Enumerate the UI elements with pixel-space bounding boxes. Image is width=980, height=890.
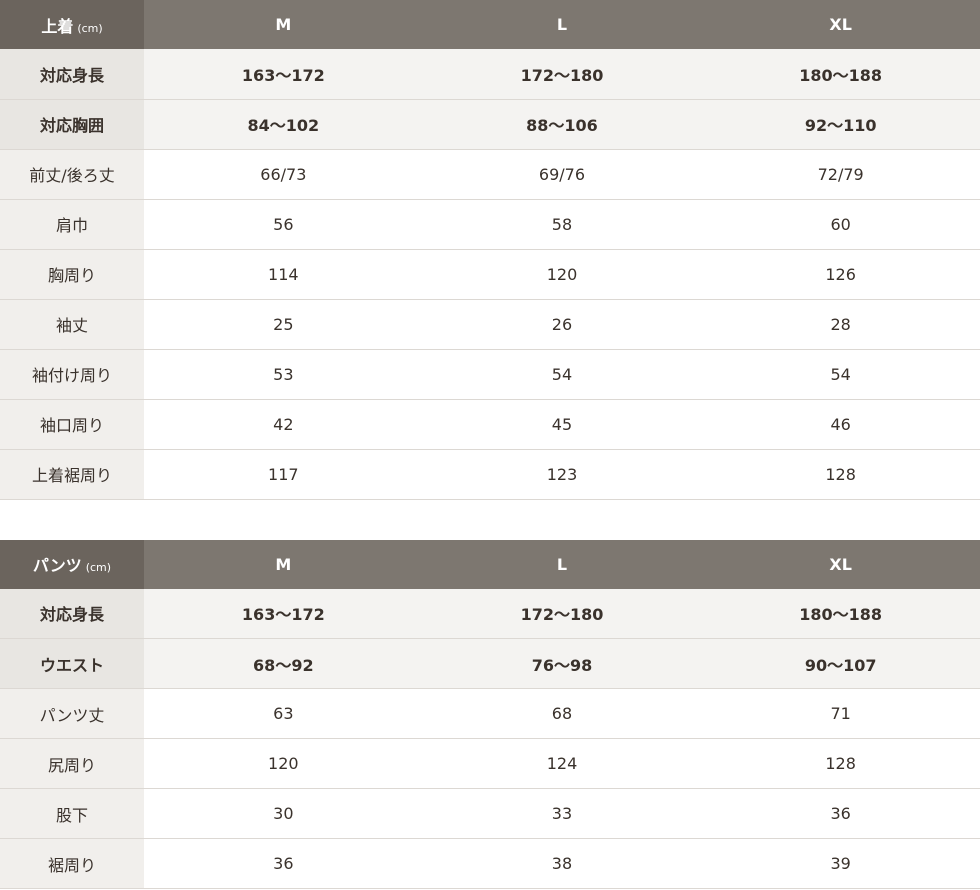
table-title-text: パンツ bbox=[32, 556, 82, 575]
cell-l: 26 bbox=[551, 314, 573, 334]
cell-l: 58 bbox=[551, 214, 573, 234]
row-label: 袖口周り bbox=[0, 399, 144, 449]
table-row: パンツ丈 63 68 71 bbox=[0, 688, 980, 739]
cell-m: 117 bbox=[268, 464, 299, 484]
cell-l: 172〜180 bbox=[422, 588, 702, 639]
table-title: パンツ (cm) bbox=[0, 539, 144, 589]
cell-m: 63 bbox=[273, 704, 294, 723]
cell-m: 25 bbox=[273, 314, 294, 334]
cell-xl: 71 bbox=[830, 704, 851, 723]
table-header-row: 上着 (cm) M L XL bbox=[0, 0, 980, 49]
cell-xl: 90〜107 bbox=[701, 638, 980, 689]
row-label: 肩巾 bbox=[0, 199, 144, 249]
table-row: 袖口周り 42 45 46 bbox=[0, 399, 980, 449]
row-label: 上着裾周り bbox=[0, 449, 144, 499]
row-label: パンツ丈 bbox=[0, 688, 144, 739]
cell-m: 53 bbox=[273, 364, 294, 384]
size-header-l: L bbox=[422, 0, 702, 49]
table-row: 対応身長 163〜172 172〜180 180〜188 bbox=[0, 588, 980, 639]
cell-m: 114 bbox=[268, 264, 299, 284]
cell-m: 30 bbox=[273, 804, 294, 823]
jacket-size-table: 上着 (cm) M L XL 対応身長 163〜172 172〜180 180〜1… bbox=[0, 0, 980, 500]
table-row: 対応胸囲 84〜102 88〜106 92〜110 bbox=[0, 99, 980, 149]
unit-label: (cm) bbox=[77, 21, 103, 35]
row-label: ウエスト bbox=[0, 638, 144, 689]
cell-l: 172〜180 bbox=[422, 49, 702, 99]
pants-size-table: パンツ (cm) M L XL 対応身長 163〜172 172〜180 180〜… bbox=[0, 539, 980, 890]
table-row: 上着裾周り 117 123 128 bbox=[0, 449, 980, 499]
table-row: ウエスト 68〜92 76〜98 90〜107 bbox=[0, 638, 980, 689]
table-row: 尻周り 120 124 128 bbox=[0, 738, 980, 789]
cell-xl: 72/79 bbox=[817, 164, 864, 184]
table-header-row: パンツ (cm) M L XL bbox=[0, 539, 980, 589]
cell-l: 88〜106 bbox=[422, 99, 702, 149]
size-header-l: L bbox=[422, 539, 702, 589]
cell-m: 68〜92 bbox=[144, 638, 423, 689]
cell-m: 42 bbox=[273, 414, 294, 434]
row-label: 股下 bbox=[0, 788, 144, 839]
size-header-xl: XL bbox=[701, 539, 980, 589]
table-title: 上着 (cm) bbox=[0, 0, 144, 49]
table-spacer bbox=[0, 500, 980, 540]
cell-l: 69/76 bbox=[538, 164, 586, 184]
cell-m: 36 bbox=[273, 854, 294, 873]
cell-xl: 126 bbox=[825, 264, 856, 284]
table-row: 胸周り 114 120 126 bbox=[0, 249, 980, 299]
cell-m: 66/73 bbox=[260, 164, 307, 184]
cell-l: 33 bbox=[551, 804, 573, 823]
cell-xl: 180〜188 bbox=[701, 588, 980, 639]
size-header-xl: XL bbox=[701, 0, 980, 49]
cell-m: 163〜172 bbox=[144, 588, 423, 639]
cell-l: 54 bbox=[551, 364, 573, 384]
cell-l: 45 bbox=[551, 414, 573, 434]
table-row: 股下 30 33 36 bbox=[0, 788, 980, 839]
table-row: 前丈/後ろ丈 66/73 69/76 72/79 bbox=[0, 149, 980, 199]
cell-l: 38 bbox=[551, 854, 573, 873]
table-row: 袖付け周り 53 54 54 bbox=[0, 349, 980, 399]
table-row: 肩巾 56 58 60 bbox=[0, 199, 980, 249]
row-label: 対応胸囲 bbox=[0, 99, 144, 149]
cell-xl: 54 bbox=[830, 364, 851, 384]
size-header-m: M bbox=[144, 539, 423, 589]
cell-m: 163〜172 bbox=[144, 49, 423, 99]
row-label: 胸周り bbox=[0, 249, 144, 299]
cell-xl: 92〜110 bbox=[701, 99, 980, 149]
cell-xl: 39 bbox=[830, 854, 851, 873]
row-label: 袖付け周り bbox=[0, 349, 144, 399]
row-label: 尻周り bbox=[0, 738, 144, 789]
row-label: 対応身長 bbox=[0, 588, 144, 639]
cell-m: 120 bbox=[268, 754, 299, 773]
row-label: 裾周り bbox=[0, 838, 144, 889]
table-row: 裾周り 36 38 39 bbox=[0, 838, 980, 889]
cell-xl: 28 bbox=[830, 314, 851, 334]
cell-m: 56 bbox=[273, 214, 294, 234]
table-title-text: 上着 bbox=[41, 16, 74, 36]
cell-xl: 36 bbox=[830, 804, 851, 823]
table-row: 袖丈 25 26 28 bbox=[0, 299, 980, 349]
row-label: 対応身長 bbox=[0, 49, 144, 99]
size-header-m: M bbox=[144, 0, 423, 49]
cell-xl: 60 bbox=[830, 214, 851, 234]
cell-xl: 180〜188 bbox=[701, 49, 980, 99]
cell-xl: 46 bbox=[830, 414, 851, 434]
unit-label: (cm) bbox=[85, 561, 112, 574]
row-label: 袖丈 bbox=[0, 299, 144, 349]
row-label: 前丈/後ろ丈 bbox=[0, 149, 144, 199]
cell-xl: 128 bbox=[825, 754, 856, 773]
cell-l: 123 bbox=[546, 464, 578, 484]
cell-m: 84〜102 bbox=[144, 99, 423, 149]
cell-l: 76〜98 bbox=[422, 638, 702, 689]
cell-l: 120 bbox=[546, 264, 578, 284]
cell-l: 124 bbox=[546, 754, 578, 773]
cell-l: 68 bbox=[551, 704, 573, 723]
cell-xl: 128 bbox=[825, 464, 856, 484]
table-row: 対応身長 163〜172 172〜180 180〜188 bbox=[0, 49, 980, 99]
